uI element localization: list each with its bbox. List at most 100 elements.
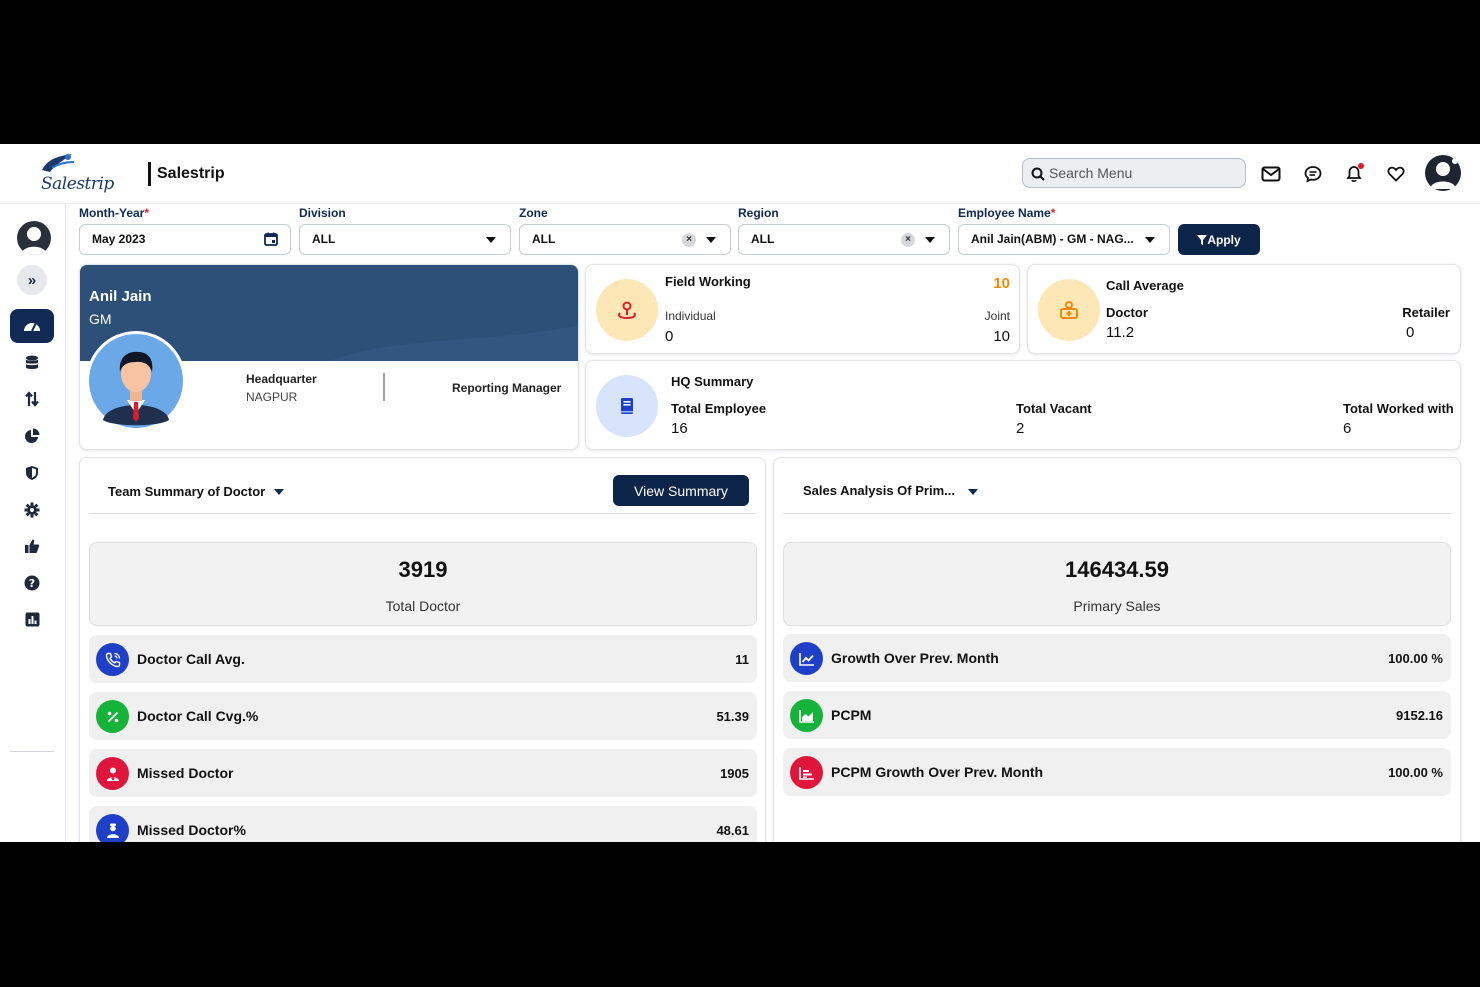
primary-sales-label: Primary Sales — [1073, 598, 1161, 614]
top-bar: Salestrip Salestrip — [0, 144, 1480, 204]
salestrip-logo[interactable]: Salestrip — [36, 152, 116, 198]
calendar-icon[interactable] — [264, 232, 278, 246]
employee-label: Employee Name — [958, 206, 1051, 220]
search-box[interactable] — [1022, 158, 1246, 188]
region-value: ALL — [751, 232, 775, 246]
total-vacant-value: 2 — [1016, 420, 1025, 437]
row-label: Doctor Call Cvg.% — [137, 708, 259, 724]
sidebar-avatar[interactable] — [17, 221, 51, 255]
chat-icon[interactable] — [1300, 161, 1326, 187]
zone-value: ALL — [532, 232, 556, 246]
headquarter-label: Headquarter — [246, 372, 317, 386]
chevron-down-icon — [706, 237, 716, 243]
sidebar-item-analytics[interactable] — [10, 602, 54, 636]
team-summary-title[interactable]: Team Summary of Doctor — [108, 484, 265, 499]
search-input[interactable] — [1049, 159, 1239, 187]
apply-label: Apply — [1207, 232, 1241, 247]
sidebar-item-help[interactable]: ? — [10, 566, 54, 600]
total-employee-label: Total Employee — [671, 401, 767, 416]
doctor-icon — [96, 814, 129, 842]
row-label: Missed Doctor% — [137, 822, 246, 838]
row-value: 1905 — [720, 766, 749, 781]
list-item[interactable]: PCPM Growth Over Prev. Month 100.00 % — [783, 748, 1451, 796]
filter-region: Region ALL × — [738, 206, 950, 255]
sidebar-item-security[interactable] — [10, 456, 54, 490]
bar-chart-square-icon — [25, 612, 39, 626]
thumbs-up-icon — [25, 539, 40, 553]
list-item[interactable]: Missed Doctor% 48.61 — [89, 806, 757, 842]
zone-select[interactable]: ALL × — [519, 224, 731, 255]
filter-month-year: Month-Year* May 2023 — [79, 206, 291, 255]
joint-value: 10 — [993, 328, 1010, 345]
list-item[interactable]: Growth Over Prev. Month 100.00 % — [783, 634, 1451, 682]
reporting-manager-label: Reporting Manager — [452, 381, 562, 395]
total-vacant-label: Total Vacant — [1016, 401, 1092, 416]
list-item[interactable]: Doctor Call Avg. 11 — [89, 635, 757, 683]
sidebar: » ? — [0, 204, 66, 842]
division-label: Division — [299, 206, 346, 220]
profile-name: Anil Jain — [89, 288, 152, 305]
profile-card: Anil Jain GM Headquarter NAGPUR Reportin… — [79, 264, 579, 450]
hq-summary-title: HQ Summary — [671, 374, 754, 389]
logo-text: Salestrip — [41, 174, 114, 194]
sidebar-item-dashboard[interactable] — [10, 309, 54, 343]
sales-analysis-title[interactable]: Sales Analysis Of Prim... — [803, 483, 955, 498]
zone-label: Zone — [519, 206, 548, 220]
region-select[interactable]: ALL × — [738, 224, 950, 255]
sidebar-item-database[interactable] — [10, 346, 54, 380]
chevron-down-icon — [925, 237, 935, 243]
sidebar-item-approvals[interactable] — [10, 529, 54, 563]
chevron-down-icon — [486, 237, 496, 243]
region-label: Region — [738, 206, 779, 220]
mail-icon[interactable] — [1258, 161, 1284, 187]
notification-dot — [1358, 163, 1364, 169]
filter-bar: Month-Year* May 2023 Division ALL Zone A… — [78, 206, 1278, 258]
month-year-label: Month-Year — [79, 206, 145, 220]
clear-icon[interactable]: × — [682, 233, 696, 247]
expand-sidebar-icon[interactable]: » — [17, 265, 47, 295]
hq-summary-card: HQ Summary Total Employee 16 Total Vacan… — [585, 360, 1461, 450]
filter-zone: Zone ALL × — [519, 206, 731, 255]
pie-chart-icon — [25, 428, 40, 443]
apply-button[interactable]: Apply — [1178, 224, 1260, 255]
sales-analysis-panel: Sales Analysis Of Prim... 146434.59 Prim… — [773, 457, 1461, 842]
panel-header: Team Summary of Doctor View Summary — [89, 458, 756, 514]
sidebar-item-transfer[interactable] — [10, 382, 54, 416]
list-item[interactable]: Missed Doctor 1905 — [89, 749, 757, 797]
search-icon — [1031, 167, 1045, 181]
gear-icon — [24, 502, 40, 518]
individual-label: Individual — [665, 309, 716, 323]
row-value: 51.39 — [716, 709, 749, 724]
retailer-value: 0 — [1406, 324, 1415, 341]
clear-icon[interactable]: × — [901, 233, 915, 247]
employee-select[interactable]: Anil Jain(ABM) - GM - NAG... — [958, 224, 1170, 255]
chevron-down-icon[interactable] — [968, 489, 978, 495]
bell-icon[interactable] — [1341, 161, 1367, 187]
month-year-picker[interactable]: May 2023 — [79, 224, 291, 255]
view-summary-button[interactable]: View Summary — [613, 475, 749, 506]
chevron-down-icon[interactable] — [274, 489, 284, 495]
list-item[interactable]: Doctor Call Cvg.% 51.39 — [89, 692, 757, 740]
total-doctor-label: Total Doctor — [385, 598, 461, 614]
required-marker: * — [1050, 206, 1056, 220]
bar-chart-icon — [790, 756, 823, 789]
doctor-bag-icon — [1038, 279, 1100, 341]
percent-icon — [96, 700, 129, 733]
list-item[interactable]: PCPM 9152.16 — [783, 691, 1451, 739]
field-working-title: Field Working — [665, 274, 751, 289]
sort-arrows-icon — [25, 391, 39, 407]
required-marker: * — [144, 206, 150, 220]
row-value: 48.61 — [716, 823, 749, 838]
filter-division: Division ALL — [299, 206, 511, 255]
sidebar-item-reports[interactable] — [10, 419, 54, 453]
division-select[interactable]: ALL — [299, 224, 511, 255]
user-avatar[interactable] — [1425, 155, 1461, 191]
sidebar-item-settings[interactable] — [10, 493, 54, 527]
field-working-total: 10 — [993, 275, 1010, 292]
heart-icon[interactable] — [1383, 161, 1409, 187]
profile-role: GM — [89, 311, 112, 327]
row-value: 11 — [735, 652, 749, 667]
row-label: Missed Doctor — [137, 765, 234, 781]
phone-icon — [96, 643, 129, 676]
book-icon — [596, 375, 658, 437]
